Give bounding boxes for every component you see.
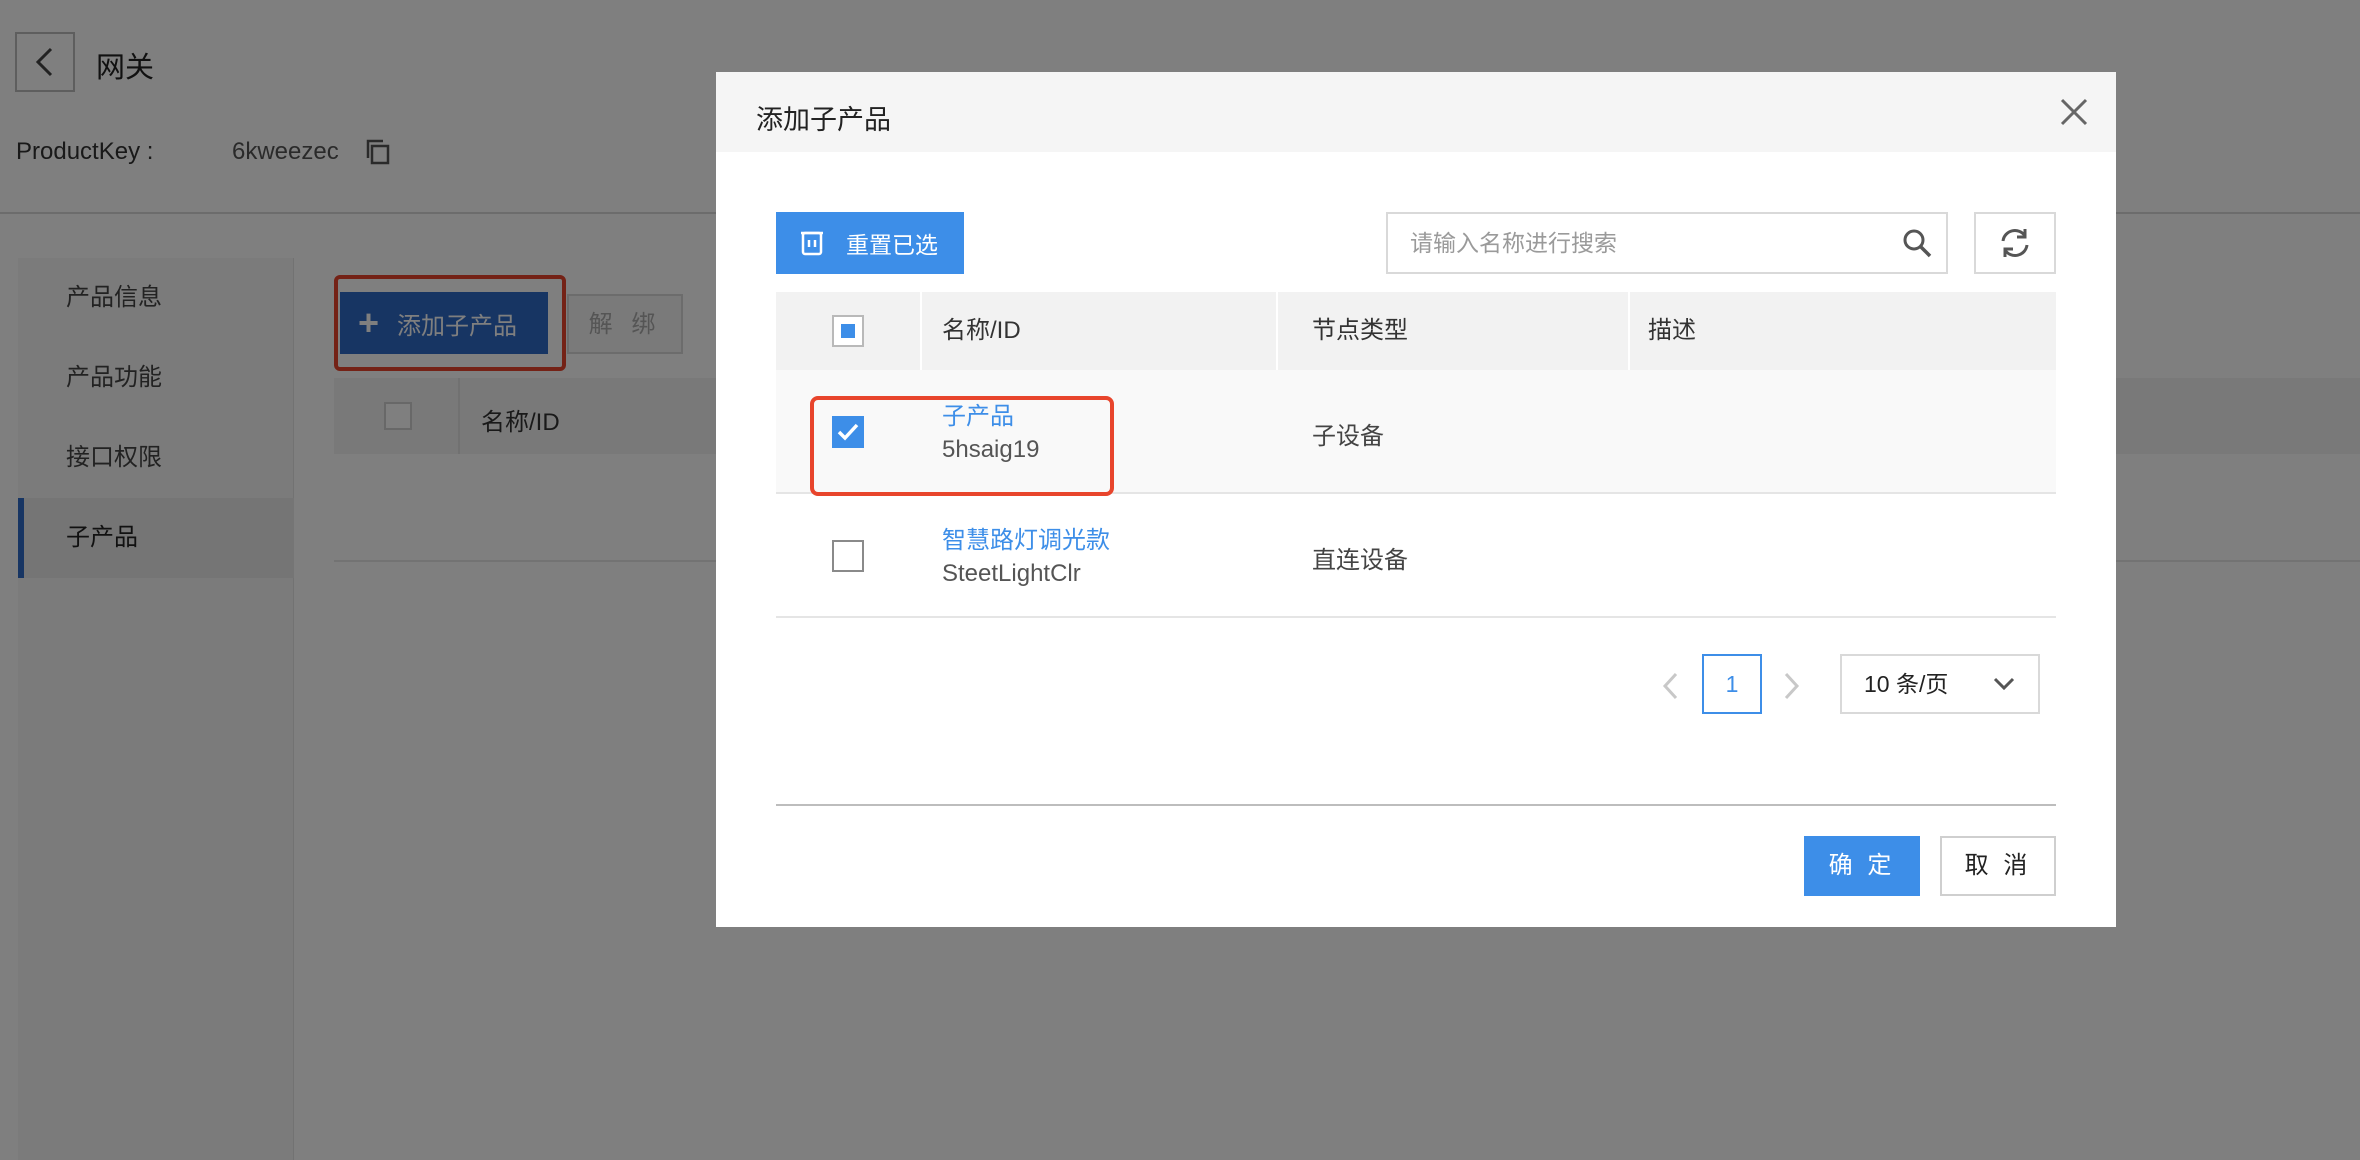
page-size-select[interactable]: 10 条/页 — [1840, 654, 2040, 714]
chevron-down-icon — [1993, 677, 2015, 691]
row-checkbox[interactable] — [832, 540, 864, 572]
trash-icon — [801, 231, 823, 256]
close-icon[interactable] — [2056, 94, 2092, 130]
column-header-node-type: 节点类型 — [1312, 317, 1408, 344]
cancel-button[interactable]: 取 消 — [1940, 836, 2056, 896]
reset-selection-label: 重置已选 — [846, 232, 938, 258]
dialog-table-header: 名称/ID 节点类型 描述 — [776, 292, 2056, 370]
column-divider — [1628, 292, 1630, 370]
reset-selection-button[interactable]: 重置已选 — [776, 212, 964, 274]
row-node-type: 直连设备 — [1312, 547, 1408, 574]
chevron-left-icon[interactable] — [1656, 666, 1686, 706]
page-size-value: 10 条/页 — [1864, 671, 1949, 697]
pagination-current-page[interactable]: 1 — [1702, 654, 1762, 714]
highlight-box-selected-row — [810, 396, 1114, 496]
chevron-right-icon[interactable] — [1776, 666, 1806, 706]
refresh-button[interactable] — [1974, 212, 2056, 274]
select-all-checkbox[interactable] — [832, 315, 864, 347]
refresh-icon — [2001, 229, 2029, 257]
column-divider — [920, 292, 922, 370]
column-header-name-id: 名称/ID — [942, 317, 1021, 344]
search-input[interactable] — [1388, 214, 1888, 272]
column-divider — [1276, 292, 1278, 370]
confirm-button[interactable]: 确 定 — [1804, 836, 1920, 896]
row-name-link[interactable]: 智慧路灯调光款 — [942, 520, 1110, 555]
dialog-footer-divider — [776, 804, 2056, 806]
row-id: SteetLightClr — [942, 560, 1081, 587]
row-node-type: 子设备 — [1312, 423, 1384, 450]
dialog-title: 添加子产品 — [756, 105, 891, 135]
column-header-description: 描述 — [1648, 317, 1696, 344]
add-sub-product-dialog: 添加子产品 重置已选 名称/ID — [716, 72, 2116, 927]
dialog-header: 添加子产品 — [716, 72, 2116, 152]
table-row[interactable]: 智慧路灯调光款 SteetLightClr 直连设备 — [776, 494, 2056, 618]
search-icon[interactable] — [1902, 228, 1932, 258]
search-box — [1386, 212, 1948, 274]
